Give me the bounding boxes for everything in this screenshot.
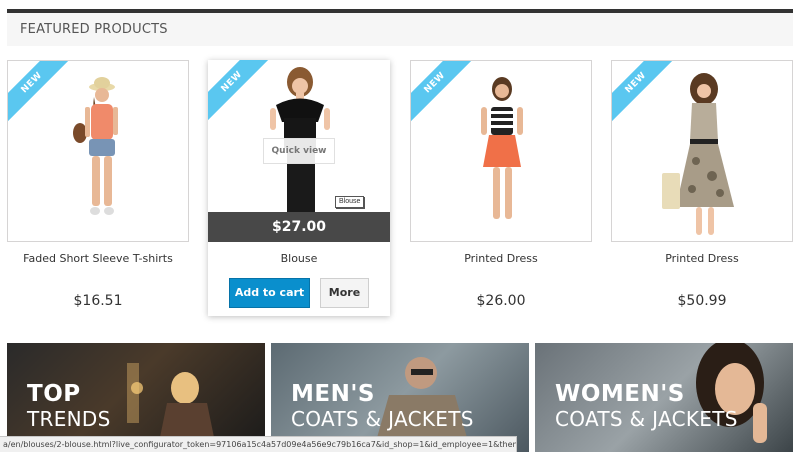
product-name[interactable]: Printed Dress	[611, 252, 793, 265]
quick-view-button[interactable]: Quick view	[263, 138, 335, 164]
product-name[interactable]: Faded Short Sleeve T-shirts	[7, 252, 189, 265]
featured-products-header: FEATURED PRODUCTS	[7, 9, 793, 46]
product-name[interactable]: Printed Dress	[410, 252, 592, 265]
product-price: $16.51	[73, 293, 123, 309]
more-button[interactable]: More	[320, 278, 369, 308]
add-to-cart-button[interactable]: Add to cart	[229, 278, 310, 308]
product-price: $26.00	[476, 293, 526, 309]
product-image[interactable]: NEW	[7, 60, 189, 242]
tooltip-blouse: Blouse	[335, 196, 365, 208]
banner-title: MEN'S	[291, 381, 375, 407]
product-price: $50.99	[677, 293, 727, 309]
product-card[interactable]: NEW Printed Dress $26.00	[410, 60, 592, 316]
product-image[interactable]: NEW	[410, 60, 592, 242]
product-card[interactable]: NEW Printed Dress $50.99	[611, 60, 793, 316]
product-card[interactable]: NEW Faded Short Sleeve T-shirts $16.51	[7, 60, 189, 316]
banner-title: TOP	[27, 381, 81, 407]
browser-status-bar-url: a/en/blouses/2-blouse.html?live_configur…	[0, 436, 517, 452]
banner-subtitle: COATS & JACKETS	[291, 407, 474, 431]
product-image[interactable]: NEW Quick view Blouse $27.00	[208, 60, 390, 242]
banner-womens-coats[interactable]: WOMEN'S COATS & JACKETS	[535, 343, 793, 452]
product-card-hovered[interactable]: NEW Quick view Blouse $27.00 Blouse Add …	[208, 60, 390, 316]
hover-price-bar: $27.00	[208, 212, 390, 242]
product-image[interactable]: NEW	[611, 60, 793, 242]
banner-subtitle: TRENDS	[27, 407, 111, 431]
product-name[interactable]: Blouse	[208, 252, 390, 265]
banner-title: WOMEN'S	[555, 381, 685, 407]
banner-subtitle: COATS & JACKETS	[555, 407, 738, 431]
section-title: FEATURED PRODUCTS	[20, 22, 168, 37]
